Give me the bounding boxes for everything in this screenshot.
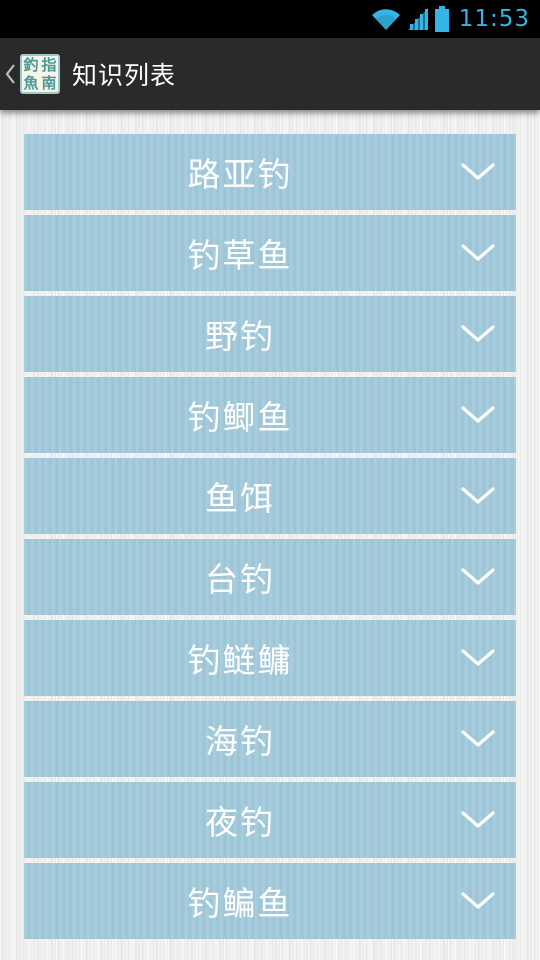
- list-item[interactable]: 钓鲫鱼: [24, 377, 516, 453]
- list-item[interactable]: 钓鲢鳙: [24, 620, 516, 696]
- logo-char: 南: [41, 73, 57, 92]
- app-logo: 釣 指 魚 南: [20, 54, 60, 94]
- chevron-down-icon[interactable]: [460, 162, 496, 182]
- up-button[interactable]: 釣 指 魚 南: [0, 38, 60, 110]
- list-item-label: 野钓: [205, 317, 275, 356]
- chevron-down-icon[interactable]: [460, 729, 496, 749]
- list-item-label: 台钓: [205, 560, 275, 599]
- chevron-down-icon[interactable]: [460, 405, 496, 425]
- list-item-label: 夜钓: [205, 803, 275, 842]
- status-bar: 11:53: [0, 0, 540, 38]
- list-item[interactable]: 野钓: [24, 296, 516, 372]
- list-item[interactable]: 鱼饵: [24, 458, 516, 534]
- list-item-label: 钓鲫鱼: [187, 398, 293, 437]
- topic-list: 路亚钓 钓草鱼 野钓 钓鲫鱼 鱼饵 台钓 钓鲢鳙 海钓 夜钓 钓鳊鱼: [24, 134, 516, 944]
- list-item-label: 钓鲢鳙: [187, 641, 293, 680]
- page-title: 知识列表: [72, 61, 177, 90]
- list-item[interactable]: 台钓: [24, 539, 516, 615]
- list-item[interactable]: 钓草鱼: [24, 215, 516, 291]
- chevron-down-icon[interactable]: [460, 648, 496, 668]
- list-item-label: 钓草鱼: [187, 236, 293, 275]
- action-bar: 釣 指 魚 南 知识列表: [0, 38, 540, 110]
- chevron-down-icon[interactable]: [460, 486, 496, 506]
- list-item[interactable]: 路亚钓: [24, 134, 516, 210]
- list-item-label: 路亚钓: [187, 155, 293, 194]
- chevron-down-icon[interactable]: [460, 891, 496, 911]
- list-item[interactable]: 钓鳊鱼: [24, 863, 516, 939]
- list-item[interactable]: 夜钓: [24, 782, 516, 858]
- chevron-down-icon[interactable]: [460, 810, 496, 830]
- chevron-left-icon: [5, 64, 15, 84]
- logo-char: 釣: [23, 55, 39, 74]
- wifi-icon: [371, 9, 400, 30]
- chevron-down-icon[interactable]: [460, 567, 496, 587]
- list-item[interactable]: 海钓: [24, 701, 516, 777]
- logo-char: 魚: [23, 73, 39, 92]
- chevron-down-icon[interactable]: [460, 324, 496, 344]
- cell-signal-icon: [407, 8, 428, 30]
- list-item-label: 钓鳊鱼: [187, 884, 293, 923]
- chevron-down-icon[interactable]: [460, 243, 496, 263]
- logo-char: 指: [41, 55, 57, 74]
- status-time: 11:53: [458, 6, 530, 32]
- list-item-label: 鱼饵: [205, 479, 275, 518]
- list-item-label: 海钓: [205, 722, 275, 761]
- battery-icon: [434, 6, 449, 32]
- content-area: 路亚钓 钓草鱼 野钓 钓鲫鱼 鱼饵 台钓 钓鲢鳙 海钓 夜钓 钓鳊鱼: [0, 110, 540, 960]
